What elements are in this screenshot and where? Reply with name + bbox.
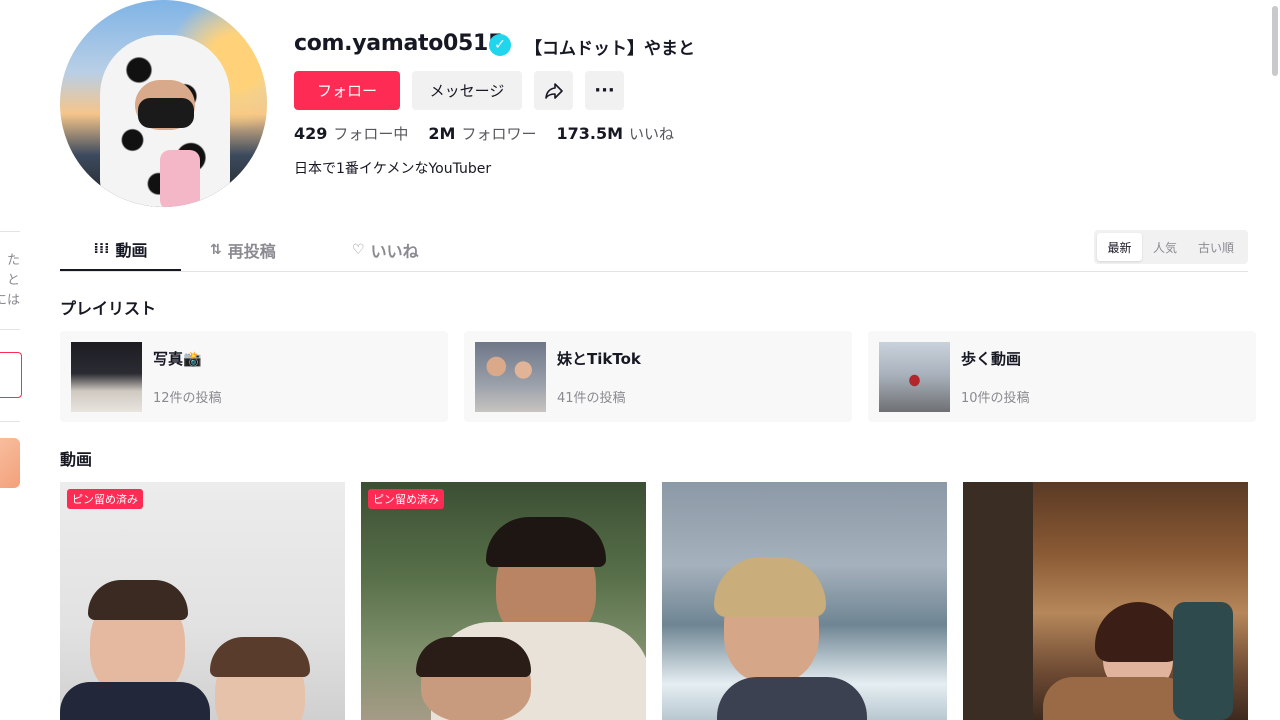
tab-label: 再投稿 — [227, 241, 276, 261]
verified-badge-icon: ✓ — [489, 34, 511, 56]
avatar — [60, 0, 267, 207]
sort-option-popular[interactable]: 人気 — [1142, 233, 1188, 261]
playlist-name: 歩く動画 — [961, 350, 1022, 368]
video-card[interactable] — [662, 482, 947, 720]
video-card[interactable]: ピン留め済み — [361, 482, 646, 720]
sort-option-latest[interactable]: 最新 — [1097, 233, 1142, 261]
tab-reposts[interactable]: ⇅ 再投稿 — [210, 229, 276, 270]
sidebar-text-fragment: た — [6, 253, 20, 268]
share-button[interactable] — [534, 71, 573, 110]
scrollbar[interactable] — [1272, 6, 1278, 76]
tab-label: いいね — [370, 241, 419, 261]
videos-heading: 動画 — [60, 450, 93, 469]
profile-bio: 日本で1番イケメンなYouTuber — [294, 161, 492, 177]
playlist-name: 妹とTikTok — [557, 350, 641, 368]
grid-icon: ⁞⁞⁞ — [93, 241, 110, 257]
video-card[interactable] — [963, 482, 1248, 720]
sidebar-text-fragment: と — [6, 273, 20, 288]
sidebar-thumbnail[interactable] — [0, 438, 20, 488]
playlist-card[interactable]: 歩く動画 10件の投稿 — [868, 331, 1256, 422]
repost-icon: ⇅ — [210, 241, 222, 258]
playlist-count: 10件の投稿 — [961, 391, 1030, 406]
heart-lock-icon: ♡ — [352, 241, 365, 258]
nickname: 【コムドット】やまと — [525, 39, 695, 59]
username: com.yamato0515 — [294, 31, 504, 56]
video-card[interactable]: ピン留め済み — [60, 482, 345, 720]
sidebar-divider — [0, 231, 20, 232]
sort-option-oldest[interactable]: 古い順 — [1188, 233, 1244, 261]
playlist-thumbnail — [879, 342, 950, 412]
more-options-button[interactable]: ··· — [585, 71, 624, 110]
playlist-thumbnail — [475, 342, 546, 412]
tab-label: 動画 — [115, 241, 148, 260]
pinned-badge: ピン留め済み — [67, 489, 143, 509]
sidebar-text-fragment: には — [0, 293, 20, 308]
profile-tabs: ⁞⁞⁞ 動画 ⇅ 再投稿 ♡ いいね — [60, 229, 1248, 272]
follow-button[interactable]: フォロー — [294, 71, 400, 110]
playlist-card[interactable]: 写真📸 12件の投稿 — [60, 331, 448, 422]
sidebar-partial: た と には — [0, 0, 22, 720]
playlist-count: 12件の投稿 — [153, 391, 222, 406]
playlist-thumbnail — [71, 342, 142, 412]
sidebar-login-button[interactable] — [0, 352, 22, 398]
tab-likes[interactable]: ♡ いいね — [352, 229, 419, 270]
sidebar-divider — [0, 421, 20, 422]
following-label: フォロー中 — [333, 125, 409, 143]
profile-stats: 429 フォロー中 2M フォロワー 173.5M いいね — [294, 123, 694, 144]
message-button[interactable]: メッセージ — [412, 71, 522, 110]
sidebar-divider — [0, 329, 20, 330]
likes-label: いいね — [629, 125, 675, 143]
share-icon — [544, 82, 563, 99]
followers-count[interactable]: 2M — [428, 124, 455, 143]
more-dots-icon: ··· — [594, 80, 615, 101]
playlist-count: 41件の投稿 — [557, 391, 626, 406]
followers-label: フォロワー — [461, 125, 537, 143]
playlist-name: 写真📸 — [153, 350, 202, 368]
sort-toggle: 最新 人気 古い順 — [1094, 230, 1248, 264]
following-count[interactable]: 429 — [294, 124, 327, 143]
tab-videos[interactable]: ⁞⁞⁞ 動画 — [60, 229, 181, 271]
playlists-heading: プレイリスト — [60, 299, 157, 318]
pinned-badge: ピン留め済み — [368, 489, 444, 509]
likes-count: 173.5M — [556, 124, 624, 143]
playlist-card[interactable]: 妹とTikTok 41件の投稿 — [464, 331, 852, 422]
